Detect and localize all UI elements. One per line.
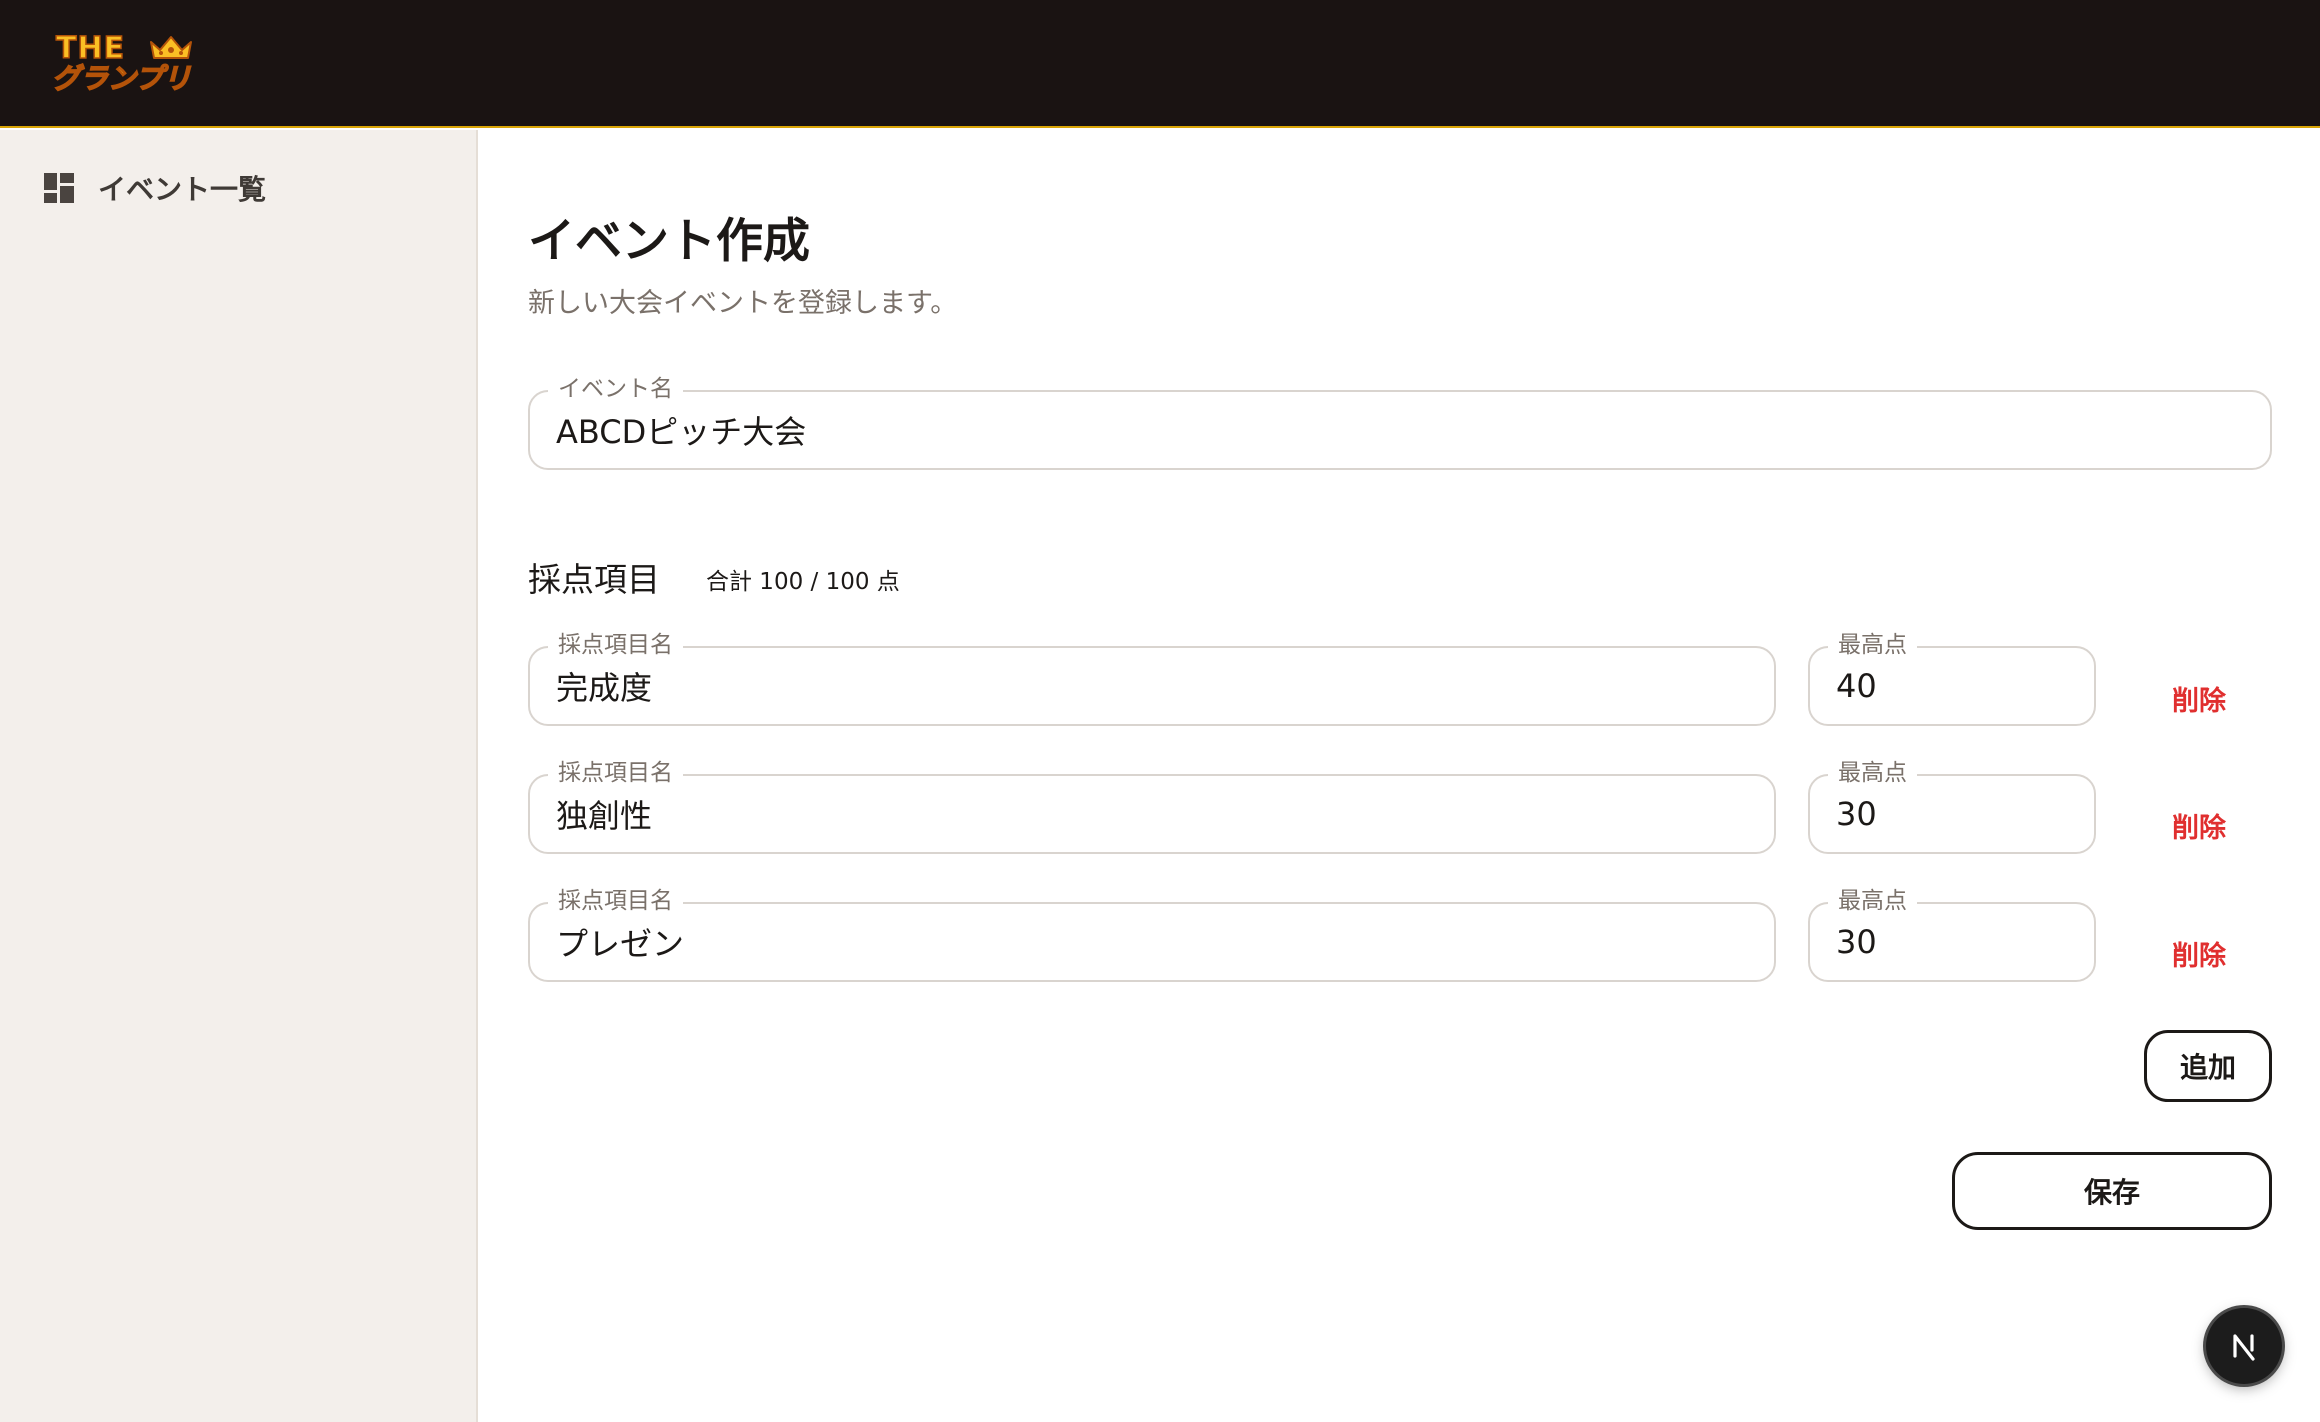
scoring-item-name-input[interactable] (556, 776, 1754, 852)
event-name-input[interactable] (556, 392, 2250, 468)
scoring-item-name-input[interactable] (556, 904, 1754, 980)
delete-button[interactable]: 削除 (2172, 939, 2226, 975)
nextjs-icon (2233, 1334, 2255, 1361)
add-scoring-item-button[interactable]: 追加 (2144, 1030, 2272, 1102)
scoring-item-max-field: 最高点 (1808, 886, 2096, 982)
scoring-item-name-field: 採点項目名 (528, 886, 1776, 982)
page-title: イベント作成 (528, 214, 810, 269)
save-button[interactable]: 保存 (1952, 1152, 2272, 1230)
logo-text-main: グランプリ (51, 61, 192, 96)
page-subtitle: 新しい大会イベントを登録します。 (528, 288, 958, 319)
scoring-item-max-input[interactable] (1836, 648, 2074, 724)
scoring-item-max-input[interactable] (1836, 904, 2074, 980)
scoring-item-name-input[interactable] (556, 648, 1754, 724)
delete-button[interactable]: 削除 (2172, 811, 2226, 847)
scoring-item-name-field: 採点項目名 (528, 758, 1776, 854)
scoring-item-name-field: 採点項目名 (528, 630, 1776, 726)
app-logo[interactable]: THE グランプリ (50, 30, 200, 98)
scoring-total: 合計 100 / 100 点 (706, 569, 900, 595)
sidebar-item-label: イベント一覧 (98, 173, 267, 206)
scoring-section-title: 採点項目 (528, 560, 660, 599)
sidebar-item-event-list[interactable]: イベント一覧 (44, 168, 266, 208)
logo-text-the: THE (55, 31, 126, 67)
sidebar: イベント一覧 (0, 130, 478, 1422)
scoring-item-max-field: 最高点 (1808, 630, 2096, 726)
app-header: THE グランプリ (0, 0, 2320, 128)
delete-button[interactable]: 削除 (2172, 684, 2226, 720)
event-name-field: イベント名 (528, 374, 2272, 470)
scoring-item-max-input[interactable] (1836, 776, 2074, 852)
scoring-item-max-field: 最高点 (1808, 758, 2096, 854)
crown-icon (150, 36, 192, 59)
dashboard-icon (44, 173, 74, 203)
nextjs-dev-badge[interactable] (2206, 1308, 2282, 1384)
main-content: イベント作成 新しい大会イベントを登録します。 イベント名 採点項目 合計 10… (478, 130, 2320, 1422)
